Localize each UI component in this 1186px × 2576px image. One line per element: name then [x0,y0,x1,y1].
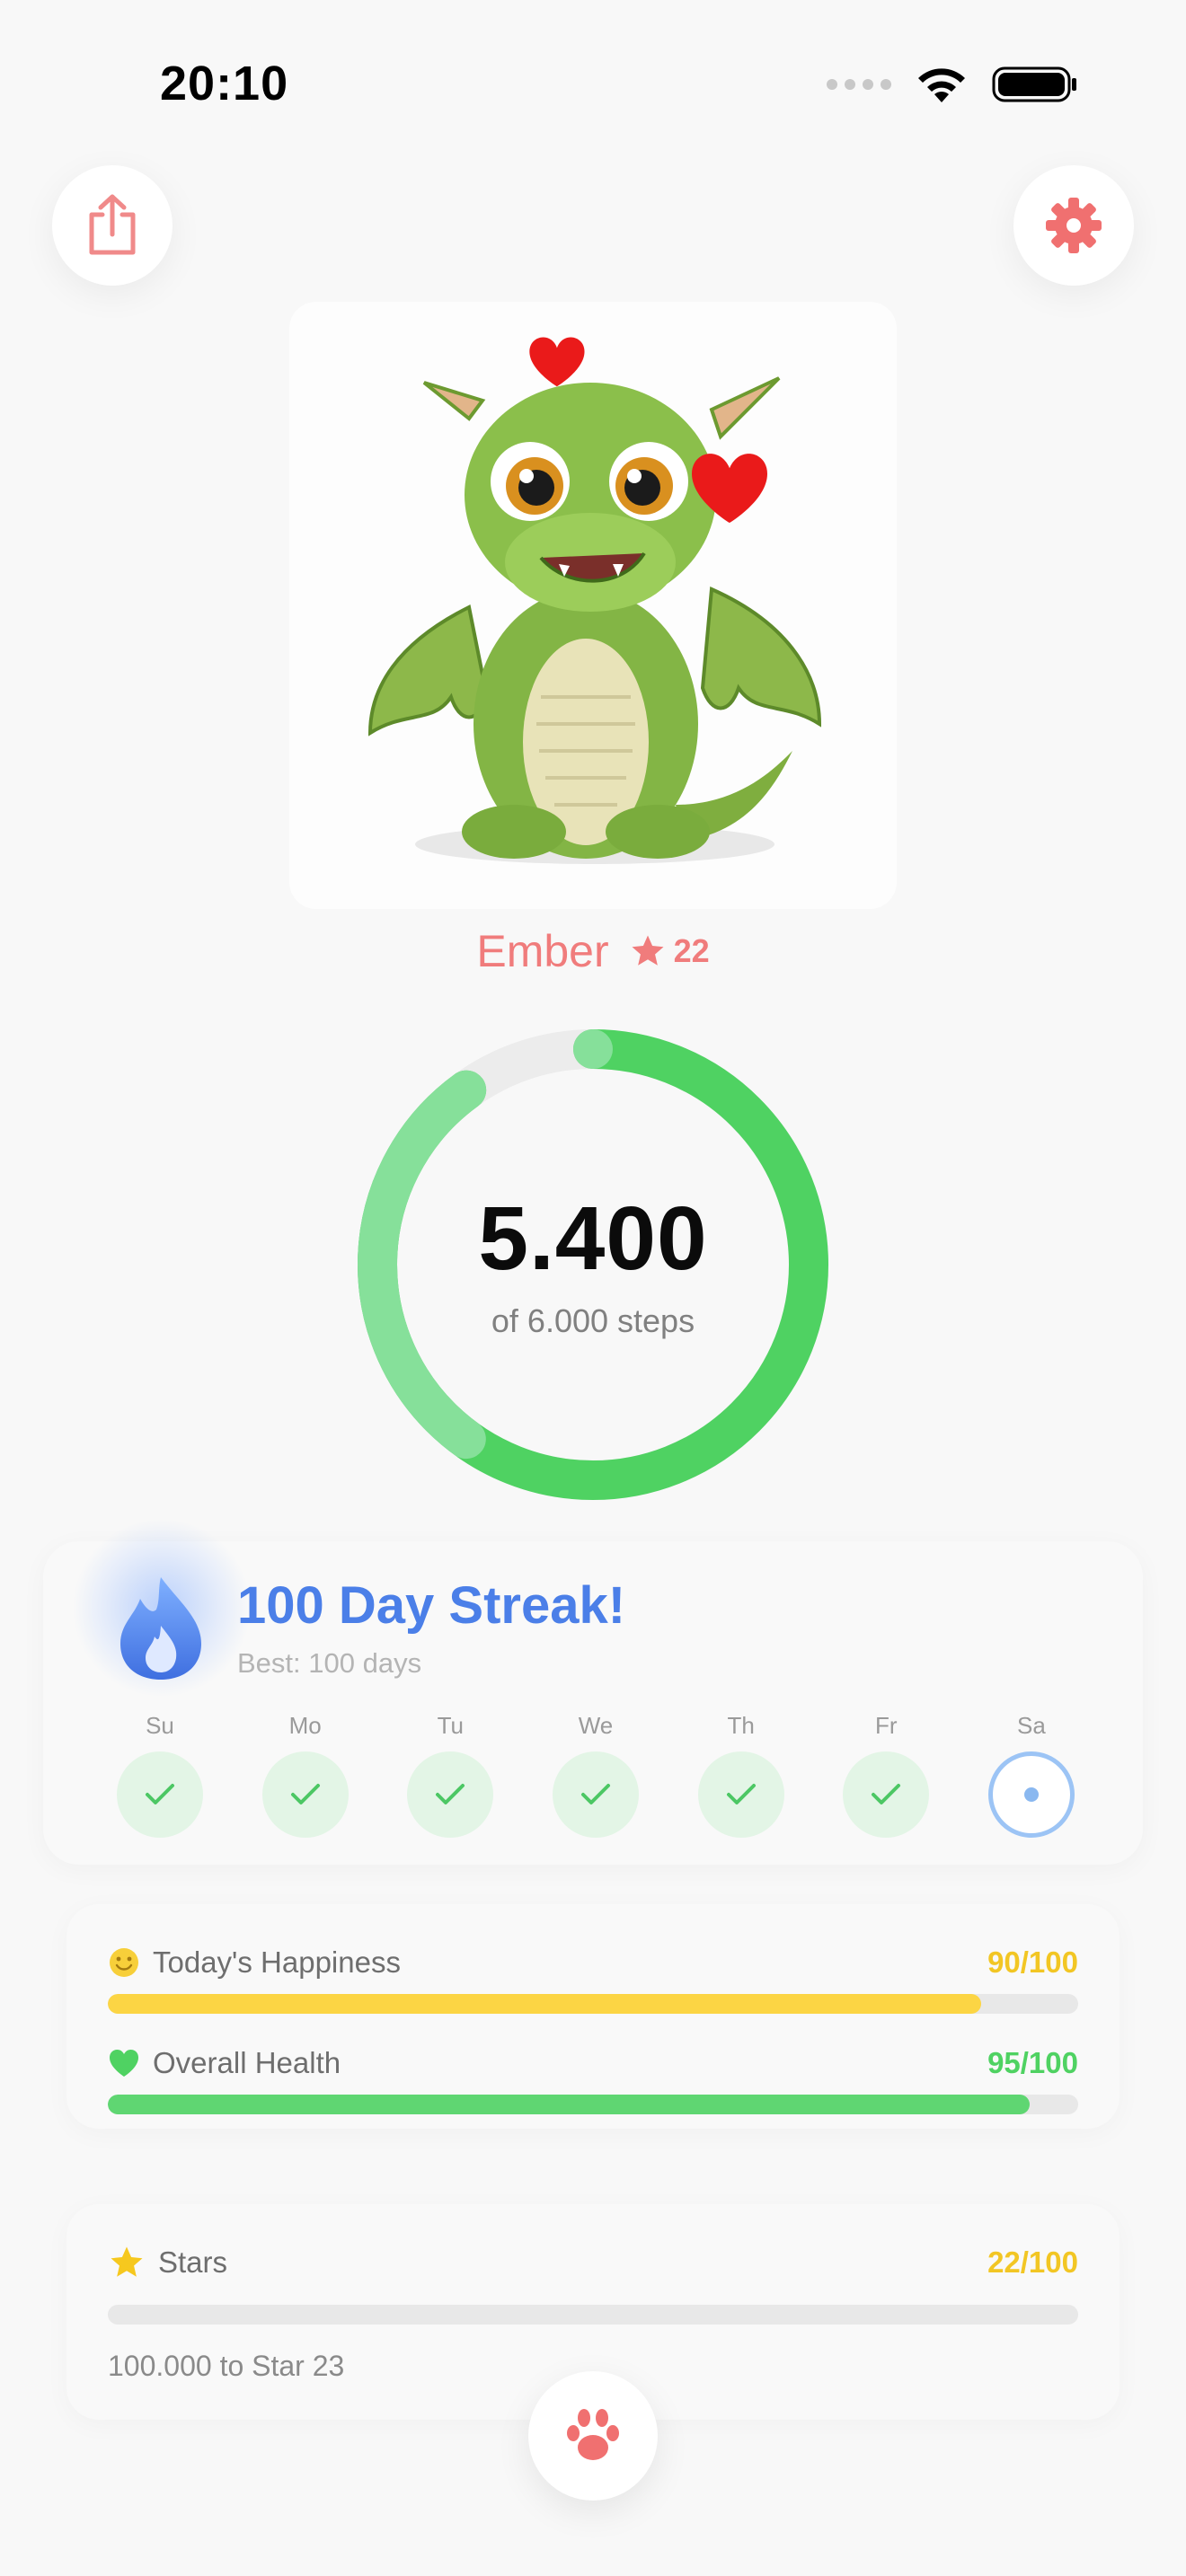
wifi-icon [918,68,965,102]
today-dot [1023,1787,1039,1802]
gear-icon [1046,198,1102,253]
happiness-bar-fill [108,1994,981,2014]
day-sunday: Su [115,1712,205,1838]
day-monday: Mo [261,1712,350,1838]
steps-goal-label: of 6.000 steps [491,1302,695,1339]
star-icon [111,2246,143,2277]
pet-name-row: Ember 22 [0,925,1186,977]
share-icon [89,194,136,255]
day-check [843,1751,930,1838]
checkmark-icon [290,1784,320,1804]
happiness-row: Today's Happiness 90/100 [108,1945,1078,1980]
health-bar [108,2095,1078,2114]
day-saturday: Sa [987,1712,1076,1838]
health-label: Overall Health [153,2046,341,2079]
stars-label: Stars [158,2245,228,2279]
checkmark-icon [146,1784,174,1804]
day-wednesday: We [551,1712,641,1838]
happiness-value: 90/100 [987,1945,1078,1979]
day-label: Sa [1017,1712,1046,1739]
steps-value: 5.400 [478,1188,708,1289]
cellular-signal-icon [827,79,891,90]
health-value: 95/100 [987,2046,1078,2079]
day-check [407,1751,494,1838]
checkmark-icon [726,1784,756,1804]
share-button[interactable] [52,165,173,286]
checkmark-icon [580,1784,610,1804]
settings-button[interactable] [1013,165,1134,286]
smile-icon [110,1948,138,1977]
stars-row: Stars 22/100 [108,2244,1078,2281]
star-icon [632,935,664,966]
health-row: Overall Health 95/100 [108,2046,1078,2080]
pet-level-badge: 22 [629,932,710,970]
stars-value: 22/100 [987,2245,1078,2279]
checkmark-icon [872,1784,901,1804]
day-today-indicator [987,1751,1075,1838]
streak-best: Best: 100 days [237,1647,422,1679]
day-thursday: Th [696,1712,786,1838]
day-label: Su [146,1712,174,1739]
day-check [552,1751,639,1838]
day-label: Tu [437,1712,464,1739]
dragon-illustration [367,337,822,864]
day-label: Th [727,1712,755,1739]
heart-icon [110,2050,138,2077]
pet-paw-button[interactable] [528,2371,658,2501]
week-days: Su Mo Tu We Th Fr Sa [115,1712,1076,1838]
pet-name: Ember [476,926,609,976]
health-bar-fill [108,2095,1030,2114]
status-time: 20:10 [160,57,289,110]
pet-level-value: 22 [673,932,710,969]
day-tuesday: Tu [405,1712,495,1838]
pet-image[interactable] [289,302,897,909]
left-wing [367,604,490,737]
day-check [697,1751,784,1838]
paw-icon [567,2409,619,2460]
day-label: Mo [288,1712,322,1739]
streak-title: 100 Day Streak! [237,1576,626,1635]
day-check [117,1751,203,1838]
day-friday: Fr [841,1712,931,1838]
status-indicators [827,65,1078,104]
stars-bar [108,2305,1078,2325]
happiness-label: Today's Happiness [153,1945,401,1979]
stars-remaining-note: 100.000 to Star 23 [108,2350,345,2382]
happiness-bar [108,1994,1078,2014]
day-label: Fr [875,1712,898,1739]
day-check [261,1751,349,1838]
right-wing [700,587,822,728]
flame-icon [113,1574,208,1686]
battery-icon [992,66,1076,102]
heart-top [529,337,585,387]
checkmark-icon [436,1784,465,1804]
day-label: We [578,1712,614,1739]
